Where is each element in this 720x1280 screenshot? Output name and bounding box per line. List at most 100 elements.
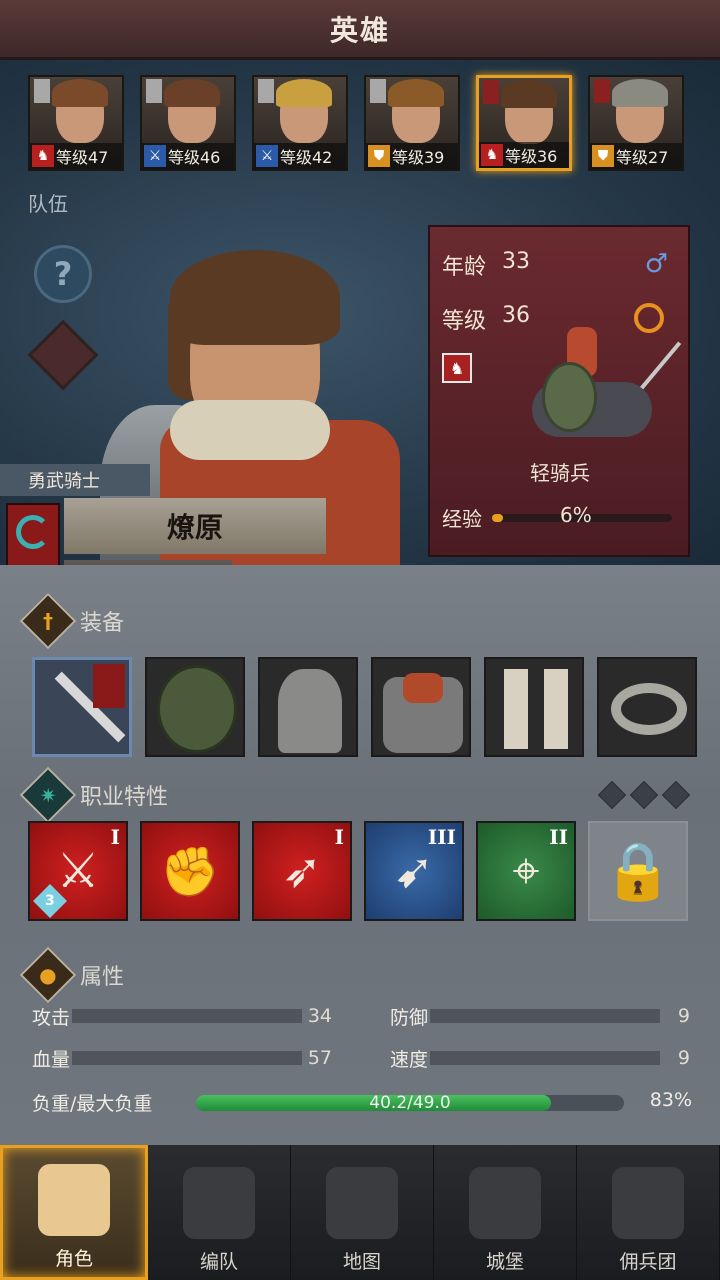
nav-item[interactable]: 编队 xyxy=(148,1145,291,1280)
hero-title: 勇武骑士 xyxy=(0,464,150,496)
horse-icon: ♞ xyxy=(481,144,503,166)
age-value: 33 xyxy=(502,249,531,274)
hero-level: 等级27 xyxy=(616,148,669,167)
trait-slot[interactable]: ✊ xyxy=(140,821,240,921)
appearance-button[interactable] xyxy=(27,319,99,391)
scarf-icon xyxy=(403,673,443,703)
trait-slots: ⚔ I 3 ✊ ➶ I ➹ III ⌖ II 🔒 xyxy=(28,821,688,921)
nav-label: 编队 xyxy=(199,1251,238,1273)
star-icon: ✷ xyxy=(19,766,77,824)
rank-ribbon-icon xyxy=(258,79,274,103)
level-bar: ⚔ 等级46 xyxy=(142,143,234,169)
hero-name[interactable]: 燎原 xyxy=(64,498,326,554)
trait-slot[interactable]: ⌖ II xyxy=(476,821,576,921)
equip-slot-helmet[interactable] xyxy=(258,657,358,757)
defense-value: 9 xyxy=(677,1005,690,1027)
mercenary-icon xyxy=(612,1167,684,1239)
boot-right-shape xyxy=(544,669,568,749)
trait-tier: I xyxy=(110,825,120,849)
hero-hair-art xyxy=(276,79,332,107)
castle-icon xyxy=(469,1167,541,1239)
level-bar: ♞ 等级47 xyxy=(30,143,122,169)
hero-details: † 装备 ✷ 职业特性 ⚔I3✊➶I➹III⌖II� xyxy=(0,565,720,1145)
ring-icon xyxy=(611,683,687,735)
faction-banner-icon xyxy=(93,664,125,708)
page-title: 英雄 xyxy=(329,13,390,47)
equip-slot-ring[interactable] xyxy=(597,657,697,757)
rank-ribbon-icon xyxy=(34,79,50,103)
trait-slot[interactable]: ⚔ I 3 xyxy=(28,821,128,921)
shield-icon xyxy=(157,665,237,753)
hero-hair-art xyxy=(52,79,108,107)
hero-hair-art xyxy=(164,79,220,107)
compass-icon xyxy=(326,1167,398,1239)
load-percent: 83% xyxy=(649,1089,692,1111)
top-bar: 英雄 xyxy=(0,0,720,60)
hero-card[interactable]: ⛊ 等级39 xyxy=(364,75,460,171)
nav-label: 地图 xyxy=(342,1251,381,1273)
hero-card[interactable]: ♞ 等级47 xyxy=(28,75,124,171)
trait-tier: I xyxy=(334,825,344,849)
speed-stat: 速度 9 xyxy=(390,1043,690,1073)
speed-label: 速度 xyxy=(390,1048,429,1071)
nav-item[interactable]: 地图 xyxy=(291,1145,434,1280)
nav-label: 佣兵团 xyxy=(619,1251,677,1273)
hp-label: 血量 xyxy=(32,1048,71,1071)
equip-slot-shield[interactable] xyxy=(145,657,245,757)
nav-label: 城堡 xyxy=(485,1251,524,1273)
trait-points xyxy=(597,780,691,810)
traits-label: 职业特性 xyxy=(80,785,169,810)
bottom-nav: 角色 编队 地图 城堡 佣兵团 xyxy=(0,1145,720,1280)
trait-point-icon xyxy=(661,780,691,810)
hero-card[interactable]: ♞ 等级36 xyxy=(476,75,572,171)
helmet-icon xyxy=(278,669,342,753)
equip-slot-armor[interactable] xyxy=(371,657,471,757)
hero-info-panel: 年龄 33 ♂ 等级 36 ♞ 轻骑兵 经验 6% xyxy=(428,225,690,557)
trait-icon: ➶ xyxy=(281,843,323,899)
attributes-header: ● 属性 xyxy=(19,946,125,1004)
hero-hair-art xyxy=(501,80,557,108)
equip-slot-sword[interactable] xyxy=(32,657,132,757)
shield-icon: ⛊ xyxy=(368,145,390,167)
trait-point-icon xyxy=(597,780,627,810)
trait-slot[interactable]: ➹ III xyxy=(364,821,464,921)
hair-top-art xyxy=(170,250,340,345)
locked-trait-slot[interactable]: 🔒 xyxy=(588,821,688,921)
hero-level: 等级47 xyxy=(56,148,109,167)
load-value: 40.2/49.0 xyxy=(369,1093,451,1113)
trait-icon: ✊ xyxy=(160,843,220,900)
lock-icon: 🔒 xyxy=(603,839,673,904)
exp-percent: 6% xyxy=(560,503,592,527)
hp-bar xyxy=(72,1051,302,1065)
hero-roster: ♞ 等级47 ⚔ 等级46 ⚔ 等级42 ⛊ 等级39 ♞ 等级36 ⛊ 等级27 xyxy=(28,75,684,171)
trait-point-icon xyxy=(629,780,659,810)
equip-slot-boots[interactable] xyxy=(484,657,584,757)
rank-ribbon-icon xyxy=(483,80,499,104)
trait-tier: III xyxy=(427,825,456,849)
attack-label: 攻击 xyxy=(32,1006,71,1029)
sword-icon: ⚔ xyxy=(144,145,166,167)
hero-level: 等级46 xyxy=(168,148,221,167)
shield-art xyxy=(542,362,597,432)
boots-icon xyxy=(504,669,528,749)
age-label: 年龄 xyxy=(442,255,487,280)
trait-badge-count: 3 xyxy=(45,893,55,909)
hero-card[interactable]: ⛊ 等级27 xyxy=(588,75,684,171)
attributes-label: 属性 xyxy=(80,965,125,990)
trait-icon: ⌖ xyxy=(512,842,540,899)
speed-value: 9 xyxy=(677,1047,690,1069)
load-row: 负重/最大负重 40.2/49.0 83% xyxy=(32,1087,692,1117)
nav-item[interactable]: 角色 xyxy=(0,1145,148,1280)
exp-bar-fill xyxy=(492,513,503,522)
help-button[interactable]: ? xyxy=(34,245,92,303)
exp-label: 经验 xyxy=(442,507,482,531)
trait-icon: ⚔ xyxy=(56,843,100,899)
level-bar: ♞ 等级36 xyxy=(479,142,569,168)
nav-item[interactable]: 城堡 xyxy=(434,1145,577,1280)
equipment-label: 装备 xyxy=(80,611,125,636)
nav-item[interactable]: 佣兵团 xyxy=(577,1145,720,1280)
cavalry-art xyxy=(512,327,682,457)
trait-slot[interactable]: ➶ I xyxy=(252,821,352,921)
hero-card[interactable]: ⚔ 等级46 xyxy=(140,75,236,171)
hero-card[interactable]: ⚔ 等级42 xyxy=(252,75,348,171)
